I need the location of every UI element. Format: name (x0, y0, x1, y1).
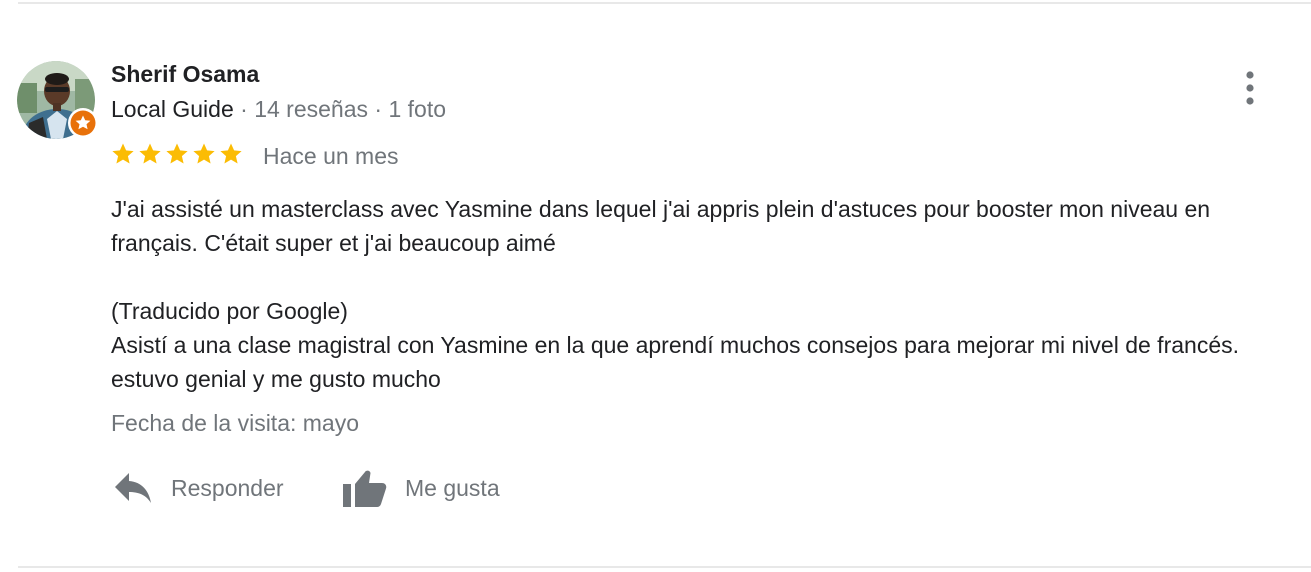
visit-date: Fecha de la visita: mayo (111, 410, 360, 436)
more-options-button[interactable] (1236, 68, 1264, 108)
star-icon (220, 143, 242, 164)
reply-arrow-icon (115, 473, 151, 503)
like-label: Me gusta (405, 474, 500, 501)
review-time: Hace un mes (263, 143, 399, 169)
bottom-divider (18, 566, 1311, 568)
reviewer-meta: Local Guide · 14 reseñas · 1 foto (111, 95, 446, 123)
more-vert-icon (1246, 71, 1254, 105)
local-guide-label: Local Guide (111, 96, 234, 122)
reviewer-avatar[interactable] (17, 61, 98, 139)
translation-note: (Traducido por Google) (111, 298, 348, 324)
review-body: J'ai assisté un masterclass avec Yasmine… (111, 192, 1301, 396)
star-icon (112, 143, 134, 164)
star-icon (166, 143, 188, 164)
photos-count[interactable]: 1 foto (388, 96, 446, 122)
like-button[interactable]: Me gusta (341, 465, 500, 511)
thumbs-up-icon (343, 470, 387, 507)
meta-separator: · (233, 96, 255, 122)
reviewer-name[interactable]: Sherif Osama (111, 60, 259, 88)
meta-separator: · (368, 96, 389, 122)
star-icon (139, 143, 161, 164)
star-rating (111, 142, 243, 168)
star-icon (193, 143, 215, 164)
review-translated-text: Asistí a una clase magistral con Yasmine… (111, 332, 1239, 392)
review-original-text: J'ai assisté un masterclass avec Yasmine… (111, 196, 1211, 256)
reply-label: Responder (171, 474, 284, 501)
top-divider (18, 2, 1311, 4)
reply-button[interactable]: Responder (113, 465, 284, 511)
reviews-count[interactable]: 14 reseñas (254, 96, 368, 122)
local-guide-badge-icon (68, 108, 98, 138)
